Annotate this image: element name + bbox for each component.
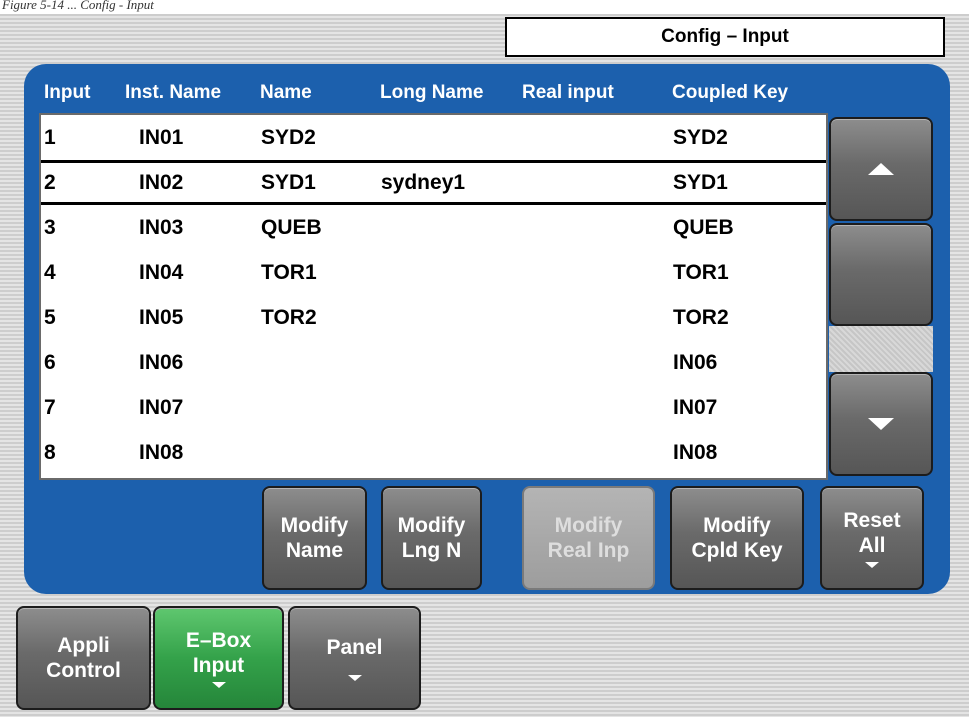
scroll-thumb[interactable] <box>829 223 933 326</box>
table-row[interactable]: 1 IN01 SYD2 SYD2 <box>41 115 826 160</box>
column-header-coupled-key: Coupled Key <box>672 82 789 103</box>
cell-coupled-key: IN08 <box>673 440 718 464</box>
small-triangle-down-icon <box>865 562 879 569</box>
scroll-down-button[interactable] <box>829 372 933 476</box>
column-header-real-input: Real input <box>522 82 614 103</box>
modify-coupled-key-button[interactable]: Modify Cpld Key <box>670 486 804 590</box>
cell-coupled-key: IN06 <box>673 350 718 374</box>
cell-coupled-key: TOR1 <box>673 260 729 284</box>
tab-appli-control[interactable]: Appli Control <box>16 606 151 710</box>
cell-coupled-key: TOR2 <box>673 305 729 329</box>
cell-inst-name: IN06 <box>139 350 184 374</box>
triangle-down-icon <box>868 418 894 430</box>
cell-name: TOR1 <box>261 260 317 284</box>
cell-input: 8 <box>44 440 56 464</box>
cell-input: 5 <box>44 305 56 329</box>
small-triangle-down-icon <box>211 682 226 689</box>
cell-coupled-key: QUEB <box>673 215 734 239</box>
column-header-inst-name: Inst. Name <box>125 82 222 103</box>
small-triangle-down-icon <box>347 674 362 681</box>
modify-long-name-button[interactable]: Modify Lng N <box>381 486 482 590</box>
cell-input: 6 <box>44 350 56 374</box>
cell-input: 3 <box>44 215 56 239</box>
table-row[interactable]: 3 IN03 QUEB QUEB <box>41 205 826 250</box>
table-row[interactable]: 8 IN08 IN08 <box>41 430 826 475</box>
cell-input: 1 <box>44 125 56 149</box>
button-label-line1: Modify <box>397 513 466 537</box>
table-row[interactable]: 5 IN05 TOR2 TOR2 <box>41 295 826 340</box>
table-row[interactable]: 7 IN07 IN07 <box>41 385 826 430</box>
cell-inst-name: IN07 <box>139 395 184 419</box>
button-label-line1: Reset <box>843 508 901 532</box>
cell-inst-name: IN05 <box>139 305 184 329</box>
page-title: Config – Input <box>505 17 945 57</box>
table-row[interactable]: 6 IN06 IN06 <box>41 340 826 385</box>
cell-input: 7 <box>44 395 56 419</box>
button-label-line2: Name <box>285 539 344 562</box>
tab-panel[interactable]: Panel <box>288 606 421 710</box>
modify-name-button[interactable]: Modify Name <box>262 486 367 590</box>
cell-inst-name: IN03 <box>139 215 184 239</box>
table-row-selected[interactable]: 2 IN02 SYD1 sydney1 SYD1 <box>41 160 826 205</box>
button-label-line2: Lng N <box>401 539 462 562</box>
cell-long-name: sydney1 <box>381 170 466 194</box>
modify-real-input-button[interactable]: Modify Real Inp <box>522 486 655 590</box>
scroll-up-button[interactable] <box>829 117 933 221</box>
button-label-line1: Modify <box>554 513 623 537</box>
cell-coupled-key: IN07 <box>673 395 718 419</box>
cell-input: 4 <box>44 260 56 284</box>
top-strip: Figure 5-14 ... Config - Input <box>0 0 969 14</box>
column-header-input: Input <box>44 82 91 103</box>
tab-label-line1: E–Box <box>185 628 252 652</box>
tab-label-line2: Control <box>46 659 121 682</box>
cell-coupled-key: SYD2 <box>673 125 728 149</box>
tab-label-line2: Input <box>192 654 245 677</box>
triangle-up-icon <box>868 163 894 175</box>
cell-name: TOR2 <box>261 305 317 329</box>
button-label-line1: Modify <box>280 513 349 537</box>
tab-label-line1: Panel <box>326 636 383 660</box>
reset-all-button[interactable]: Reset All <box>820 486 924 590</box>
cell-inst-name: IN04 <box>139 260 184 284</box>
cell-inst-name: IN08 <box>139 440 184 464</box>
input-table: 1 IN01 SYD2 SYD2 2 IN02 SYD1 sydney1 SYD… <box>39 113 828 480</box>
scrollbar-track[interactable] <box>829 326 933 372</box>
tab-label-line1: Appli <box>57 633 110 657</box>
cell-inst-name: IN01 <box>139 125 184 149</box>
cell-name: SYD2 <box>261 125 316 149</box>
button-label-line1: Modify <box>703 513 771 537</box>
cell-coupled-key: SYD1 <box>673 170 728 194</box>
tab-e-box-input[interactable]: E–Box Input <box>153 606 284 710</box>
cell-name: QUEB <box>261 215 322 239</box>
button-label-line2: Cpld Key <box>691 539 783 562</box>
table-row[interactable]: 4 IN04 TOR1 TOR1 <box>41 250 826 295</box>
column-header-long-name: Long Name <box>380 82 484 103</box>
button-label-line2: Real Inp <box>547 539 630 562</box>
column-header-name: Name <box>260 82 312 103</box>
cell-inst-name: IN02 <box>139 170 184 194</box>
figure-caption: Figure 5-14 ... Config - Input <box>2 0 154 12</box>
cell-name: SYD1 <box>261 170 316 194</box>
cell-input: 2 <box>44 170 56 194</box>
button-label-line2: All <box>858 534 886 557</box>
